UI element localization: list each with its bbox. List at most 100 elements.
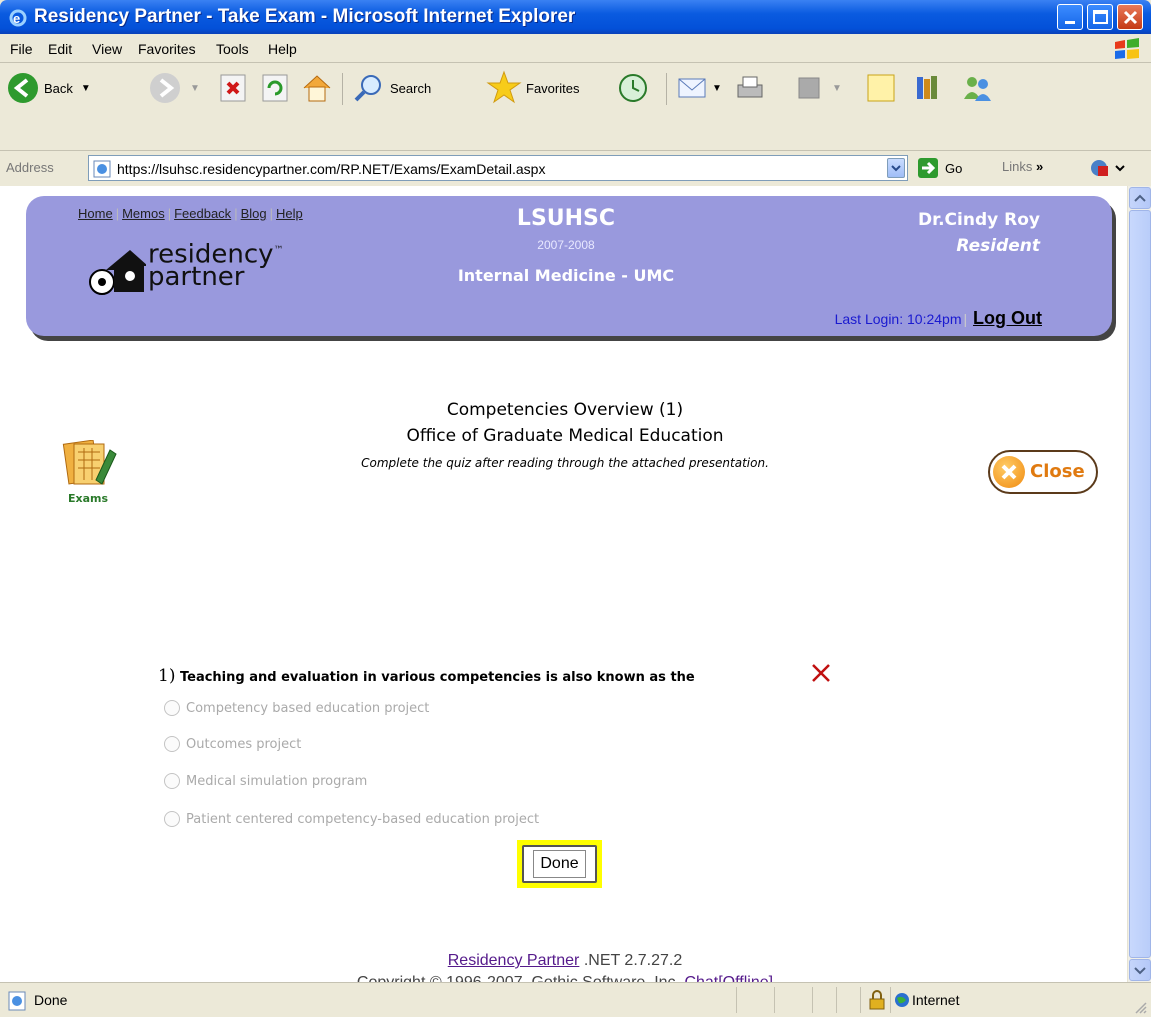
messenger-icon (964, 77, 991, 101)
page-content: Home | Memos | Feedback | Blog | Help residency™… (0, 186, 1127, 982)
address-label: Address (6, 160, 54, 175)
nav-help[interactable]: Help (276, 206, 303, 221)
browser-window: e Residency Partner - Take Exam - Micros… (0, 0, 1151, 1017)
mail-dropdown-icon[interactable]: ▼ (712, 83, 722, 94)
option-3[interactable]: Medical simulation program (164, 773, 367, 789)
stop-button[interactable] (218, 63, 248, 113)
menu-bar: File Edit View Favorites Tools Help (0, 34, 1151, 63)
back-dropdown-icon[interactable]: ▼ (81, 83, 91, 94)
note-icon (867, 74, 895, 102)
question-number: 1) (158, 666, 176, 686)
back-button[interactable]: Back ▼ (6, 63, 91, 113)
address-url: https://lsuhsc.residencypartner.com/RP.N… (117, 161, 546, 177)
scroll-thumb[interactable] (1129, 210, 1151, 958)
chat-link[interactable]: Chat[Offline] (684, 974, 773, 982)
exam-instructions: Complete the quiz after reading through … (361, 456, 769, 470)
radio-option-2[interactable] (164, 736, 180, 752)
exam-title: Competencies Overview (1) (446, 400, 684, 420)
history-button[interactable] (616, 63, 650, 113)
logo-tm: ™ (273, 245, 284, 256)
scroll-down-button[interactable] (1129, 959, 1151, 981)
radio-option-3[interactable] (164, 773, 180, 789)
exams-label: Exams (68, 492, 109, 505)
menu-favorites[interactable]: Favorites (138, 41, 196, 57)
option-4[interactable]: Patient centered competency-based educat… (164, 811, 539, 827)
academic-year: 2007-2008 (537, 238, 595, 252)
forward-button[interactable]: ▼ (148, 63, 200, 113)
done-label: Done (533, 850, 586, 878)
favorites-button[interactable]: Favorites (486, 63, 579, 113)
address-input[interactable]: https://lsuhsc.residencypartner.com/RP.N… (88, 155, 908, 181)
search-button[interactable]: Search (352, 63, 431, 113)
address-dropdown-button[interactable] (887, 158, 905, 178)
globe-icon (895, 993, 909, 1007)
security-zone: Internet (912, 992, 960, 1008)
print-icon (737, 76, 763, 98)
research-button[interactable] (914, 63, 946, 113)
print-button[interactable] (734, 63, 766, 113)
option-4-label: Patient centered competency-based educat… (186, 811, 540, 827)
residency-partner-logo[interactable]: residency™ partner (86, 236, 284, 302)
footer-product: Residency Partner .NET 2.7.27.2 (300, 952, 830, 970)
menu-file[interactable]: File (10, 41, 33, 57)
resize-grip-icon[interactable] (1134, 1001, 1148, 1015)
maximize-button[interactable] (1087, 4, 1113, 30)
scroll-up-button[interactable] (1129, 187, 1151, 209)
footer-copyright: Copyright © 1996-2007, Gothic Software, … (230, 974, 900, 982)
minimize-button[interactable] (1057, 4, 1083, 30)
edit-dropdown-icon[interactable]: ▼ (832, 83, 842, 94)
go-arrow-icon (918, 158, 938, 178)
mail-icon (678, 78, 706, 98)
option-2[interactable]: Outcomes project (164, 736, 301, 752)
product-link[interactable]: Residency Partner (448, 952, 580, 969)
refresh-button[interactable] (260, 63, 290, 113)
done-button[interactable]: Done (522, 845, 597, 883)
vertical-scrollbar[interactable] (1127, 186, 1151, 982)
chevron-down-icon (891, 165, 901, 172)
menu-edit[interactable]: Edit (48, 41, 72, 57)
option-1-label: Competency based education project (186, 700, 430, 716)
history-icon (619, 74, 647, 102)
close-exam-button[interactable]: Close (988, 450, 1098, 494)
lock-icon[interactable] (868, 990, 886, 1010)
close-window-button[interactable] (1117, 4, 1143, 30)
windows-logo-icon (1115, 38, 1139, 59)
option-2-label: Outcomes project (186, 736, 302, 752)
close-label: Close (1030, 461, 1085, 482)
chevron-up-icon (1134, 194, 1146, 202)
nav-home[interactable]: Home (78, 206, 113, 221)
back-arrow-icon (8, 73, 38, 103)
search-label: Search (390, 80, 432, 96)
menu-tools[interactable]: Tools (216, 41, 249, 57)
close-icon (1123, 10, 1138, 25)
nav-blog[interactable]: Blog (241, 206, 267, 221)
go-button[interactable]: Go (917, 157, 962, 179)
logout-link[interactable]: Log Out (973, 308, 1042, 328)
user-role: Resident (956, 236, 1040, 256)
menu-help[interactable]: Help (268, 41, 297, 57)
forward-dropdown-icon[interactable]: ▼ (190, 83, 200, 94)
home-icon (303, 75, 331, 102)
option-3-label: Medical simulation program (186, 773, 368, 789)
radio-option-4[interactable] (164, 811, 180, 827)
refresh-icon (262, 74, 288, 102)
page-icon (93, 160, 111, 178)
extension-icon[interactable] (1088, 157, 1128, 179)
nav-feedback[interactable]: Feedback (174, 206, 231, 221)
nav-memos[interactable]: Memos (122, 206, 165, 221)
svg-text:e: e (13, 11, 20, 26)
messenger-button[interactable] (960, 63, 994, 113)
links-button[interactable]: Links » (1002, 159, 1043, 174)
edit-button[interactable]: ▼ (796, 63, 842, 113)
status-bar: Done Internet (0, 982, 1151, 1017)
done-highlight: Done (517, 840, 602, 888)
option-1[interactable]: Competency based education project (164, 700, 429, 716)
title-bar[interactable]: e Residency Partner - Take Exam - Micros… (0, 0, 1151, 34)
question-label: Teaching and evaluation in various compe… (179, 670, 695, 685)
page-done-icon (8, 991, 26, 1011)
home-button[interactable] (300, 63, 334, 113)
menu-view[interactable]: View (92, 41, 122, 57)
mail-button[interactable]: ▼ (676, 63, 722, 113)
radio-option-1[interactable] (164, 700, 180, 716)
discuss-button[interactable] (866, 63, 896, 113)
